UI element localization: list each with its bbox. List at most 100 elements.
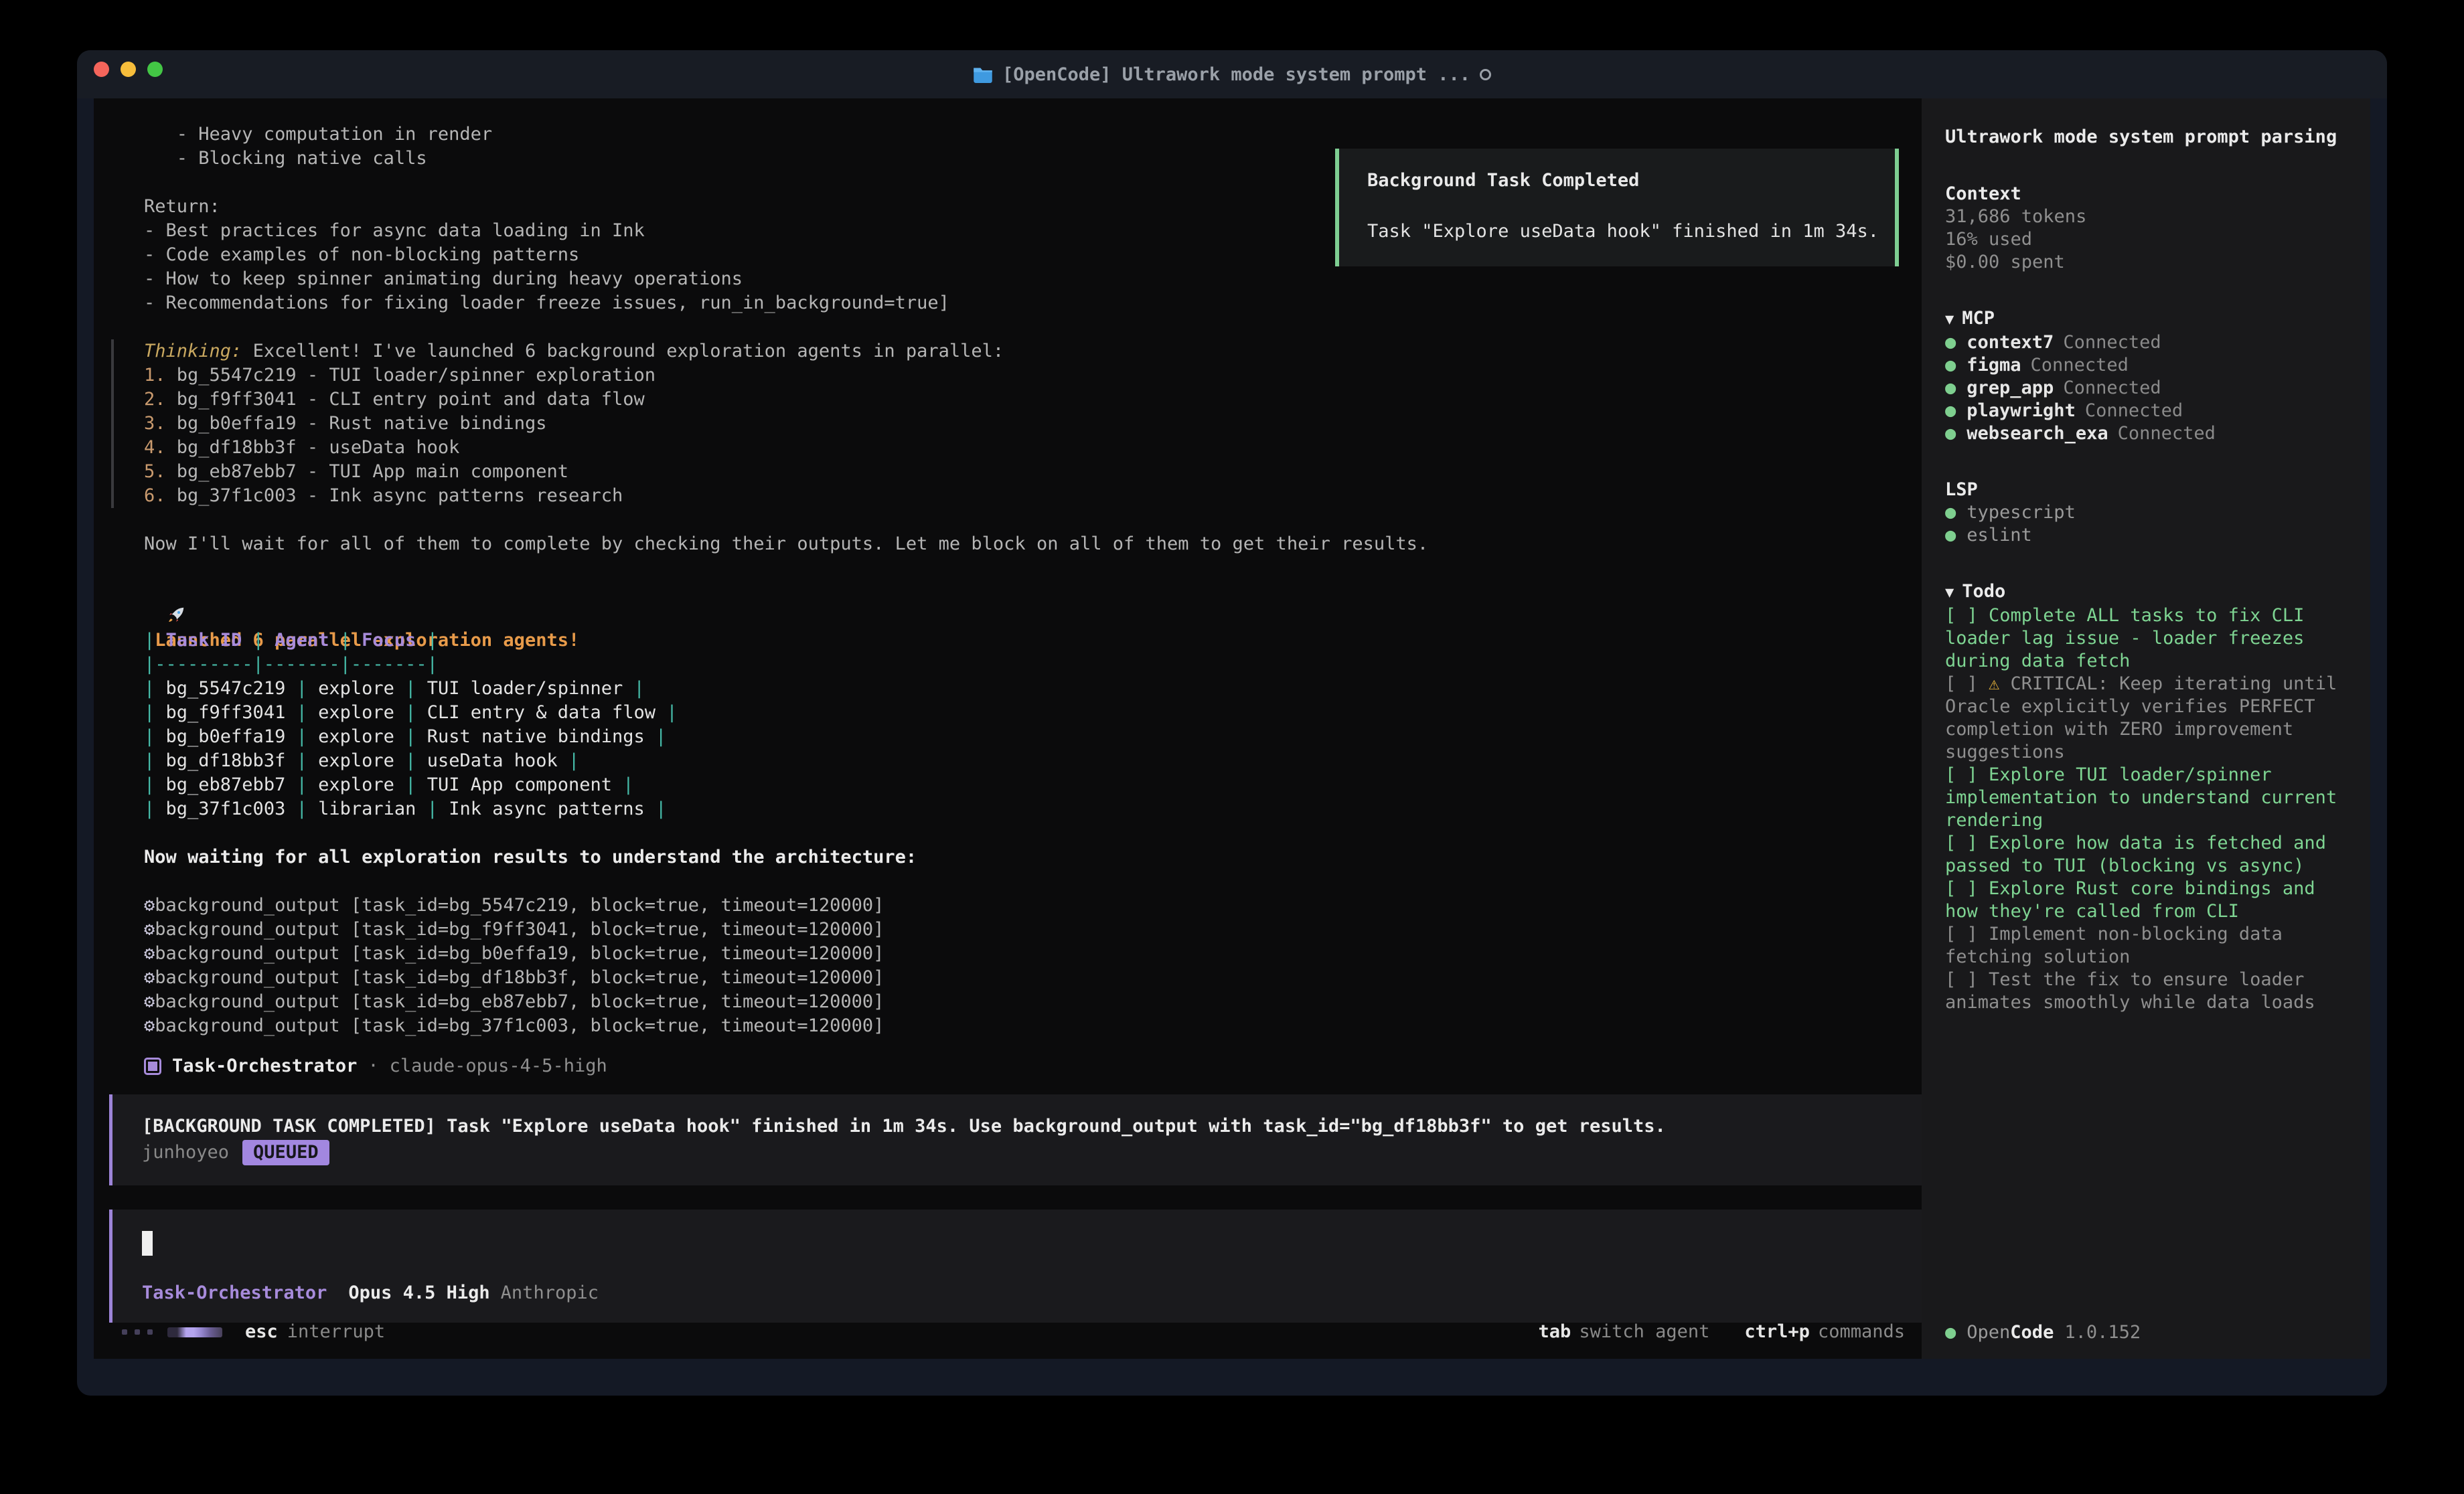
text-cursor <box>142 1231 153 1256</box>
context-stat: $0.00 spent <box>1945 251 2358 274</box>
todo-item[interactable]: [ ] ⚠ CRITICAL: Keep iterating until Ora… <box>1945 673 2358 764</box>
rocket-icon <box>144 606 186 627</box>
prompt-input[interactable]: Task-Orchestrator Opus 4.5 High Anthropi… <box>109 1210 1922 1323</box>
toast-notification[interactable]: Background Task Completed Task "Explore … <box>1335 149 1899 266</box>
opencode-version: ● OpenCode 1.0.152 <box>1945 1321 2141 1344</box>
todo-section: ▼Todo [ ] Complete ALL tasks to fix CLI … <box>1945 580 2358 1014</box>
terminal-line: - How to keep spinner animating during h… <box>94 267 1922 291</box>
terminal-line <box>94 508 1922 532</box>
minimize-window-button[interactable] <box>121 62 136 77</box>
ctrlp-key-hint[interactable]: ctrl+p <box>1744 1320 1810 1344</box>
background-task-completed-box: [BACKGROUND TASK COMPLETED] Task "Explor… <box>109 1094 1922 1185</box>
todo-item[interactable]: [ ] Test the fix to ensure loader animat… <box>1945 969 2358 1014</box>
terminal-line: | bg_df18bb3f | explore | useData hook | <box>94 749 1922 773</box>
todo-header[interactable]: ▼Todo <box>1945 580 2358 604</box>
input-model-label[interactable]: Opus 4.5 High <box>348 1281 489 1305</box>
todo-item[interactable]: [ ] Complete ALL tasks to fix CLI loader… <box>1945 604 2358 673</box>
checkbox-icon[interactable]: [ ] <box>1945 764 1989 785</box>
model-name: claude-opus-4-5-high <box>390 1054 607 1078</box>
tab-key-label: switch agent <box>1579 1320 1709 1344</box>
window-title-text: [OpenCode] Ultrawork mode system prompt … <box>1002 64 1470 85</box>
terminal-line: 3. bg_b0effa19 - Rust native bindings <box>114 412 1922 436</box>
context-section: Context 31,686 tokens16% used$0.00 spent <box>1945 183 2358 274</box>
chevron-down-icon[interactable]: ▼ <box>1945 311 1954 328</box>
status-dot-icon: ● <box>1945 524 1956 547</box>
context-header: Context <box>1945 183 2358 205</box>
terminal-line <box>94 315 1922 339</box>
status-dot-icon: ● <box>1945 331 1956 354</box>
notification-body: Task "Explore useData hook" finished in … <box>1367 220 1895 244</box>
status-dot-icon: ● <box>1945 1321 1956 1344</box>
checkbox-icon[interactable]: [ ] <box>1945 878 1989 899</box>
esc-key-hint[interactable]: esc <box>245 1320 278 1344</box>
terminal-line: Launched 6 parallel exploration agents! <box>94 580 1922 604</box>
mcp-header[interactable]: ▼MCP <box>1945 307 2358 331</box>
close-window-button[interactable] <box>94 62 109 77</box>
terminal-line: | bg_5547c219 | explore | TUI loader/spi… <box>94 677 1922 701</box>
message-header: Task-Orchestrator · claude-opus-4-5-high <box>94 1054 1922 1078</box>
context-stat: 16% used <box>1945 228 2358 251</box>
terminal-line: | bg_37f1c003 | librarian | Ink async pa… <box>94 797 1922 821</box>
window-title: [OpenCode] Ultrawork mode system prompt … <box>973 64 1491 85</box>
terminal-line: ⚙background_output [task_id=bg_eb87ebb7,… <box>94 990 1922 1014</box>
terminal-line: 1. bg_5547c219 - TUI loader/spinner expl… <box>114 363 1922 388</box>
tab-key-hint[interactable]: tab <box>1539 1320 1571 1344</box>
mcp-section: ▼MCP ●context7Connected●figmaConnected●g… <box>1945 307 2358 445</box>
status-dot-icon: ● <box>1945 422 1956 445</box>
lsp-section: LSP ●typescript●eslint <box>1945 479 2358 547</box>
terminal-line: 2. bg_f9ff3041 - CLI entry point and dat… <box>114 388 1922 412</box>
terminal-line <box>94 821 1922 845</box>
checkbox-icon[interactable]: [ ] <box>1945 605 1989 626</box>
terminal-line: | bg_f9ff3041 | explore | CLI entry & da… <box>94 701 1922 725</box>
terminal-line: ⚙background_output [task_id=bg_df18bb3f,… <box>94 966 1922 990</box>
title-bar: [OpenCode] Ultrawork mode system prompt … <box>77 50 2387 98</box>
input-agent-label[interactable]: Task-Orchestrator <box>142 1281 327 1305</box>
app-window: [OpenCode] Ultrawork mode system prompt … <box>77 50 2387 1396</box>
folder-icon <box>973 66 993 83</box>
working-spinner <box>167 1327 222 1337</box>
terminal-line: - Heavy computation in render <box>94 122 1922 147</box>
terminal-line: ⚙background_output [task_id=bg_5547c219,… <box>94 894 1922 918</box>
zoom-window-button[interactable] <box>147 62 163 77</box>
mcp-server-item: ●websearch_exaConnected <box>1945 422 2358 445</box>
todo-item[interactable]: [ ] Implement non-blocking data fetching… <box>1945 923 2358 969</box>
terminal-line <box>94 604 1922 629</box>
todo-item[interactable]: [ ] Explore how data is fetched and pass… <box>1945 832 2358 878</box>
terminal-line: |---------|-------|-------| <box>94 653 1922 677</box>
terminal-line: | Task ID | Agent | Focus | <box>94 629 1922 653</box>
session-title: Ultrawork mode system prompt parsing <box>1945 125 2358 149</box>
session-sidebar: Ultrawork mode system prompt parsing Con… <box>1922 98 2370 1359</box>
terminal-line: 6. bg_37f1c003 - Ink async patterns rese… <box>114 484 1922 508</box>
terminal-line <box>94 556 1922 580</box>
terminal-line: Now I'll wait for all of them to complet… <box>94 532 1922 556</box>
status-dot-icon: ● <box>1945 501 1956 524</box>
todo-item[interactable]: [ ] Explore TUI loader/spinner implement… <box>1945 764 2358 832</box>
queued-badge: QUEUED <box>242 1140 329 1165</box>
terminal-panel[interactable]: - Heavy computation in render - Blocking… <box>94 98 1922 1359</box>
agent-icon <box>144 1058 161 1075</box>
checkbox-icon[interactable]: [ ] <box>1945 673 1989 694</box>
terminal-line: ⚙background_output [task_id=bg_37f1c003,… <box>94 1014 1922 1038</box>
terminal-line: | bg_b0effa19 | explore | Rust native bi… <box>94 725 1922 749</box>
ctrlp-key-label: commands <box>1818 1320 1905 1344</box>
spinner-icon <box>1480 69 1491 80</box>
chevron-down-icon[interactable]: ▼ <box>1945 584 1954 601</box>
progress-dots-icon <box>122 1329 153 1335</box>
traffic-lights <box>94 62 163 77</box>
notification-title: Background Task Completed <box>1367 169 1895 193</box>
terminal-line: Now waiting for all exploration results … <box>94 845 1922 869</box>
checkbox-icon[interactable]: [ ] <box>1945 833 1989 853</box>
lsp-server-item: ●eslint <box>1945 524 2358 547</box>
mcp-server-item: ●grep_appConnected <box>1945 377 2358 400</box>
agent-name: Task-Orchestrator <box>172 1054 357 1078</box>
todo-item[interactable]: [ ] Explore Rust core bindings and how t… <box>1945 878 2358 923</box>
terminal-line: | bg_eb87ebb7 | explore | TUI App compon… <box>94 773 1922 797</box>
mcp-server-item: ●figmaConnected <box>1945 354 2358 377</box>
status-dot-icon: ● <box>1945 400 1956 422</box>
checkbox-icon[interactable]: [ ] <box>1945 924 1989 944</box>
completed-task-text: [BACKGROUND TASK COMPLETED] Task "Explor… <box>142 1114 1908 1139</box>
esc-key-label: interrupt <box>287 1320 385 1344</box>
terminal-line: ⚙background_output [task_id=bg_f9ff3041,… <box>94 918 1922 942</box>
terminal-line: Thinking: Excellent! I've launched 6 bac… <box>114 339 1922 363</box>
checkbox-icon[interactable]: [ ] <box>1945 969 1989 990</box>
